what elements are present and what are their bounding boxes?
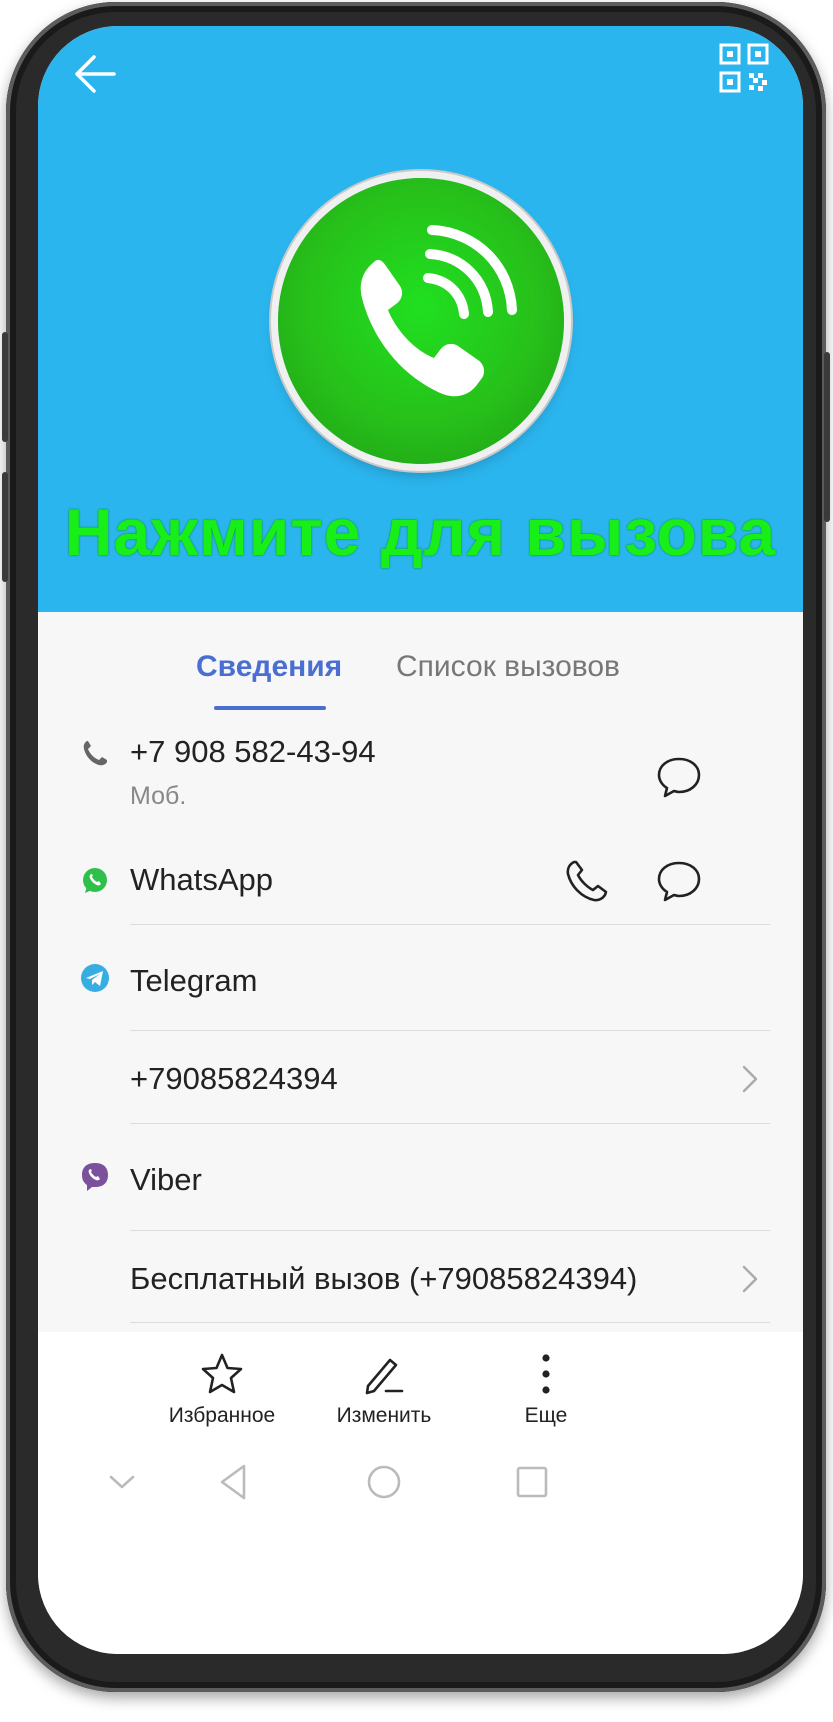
whatsapp-row[interactable]: WhatsApp [38, 852, 803, 924]
favorites-label: Избранное [168, 1404, 276, 1427]
back-nav-icon[interactable] [210, 1458, 258, 1506]
chevron-right-icon [742, 1065, 758, 1093]
viber-row: Viber [38, 1124, 803, 1230]
qr-code-button[interactable] [718, 42, 770, 94]
back-button[interactable] [66, 44, 126, 104]
phone-frame: Нажмите для вызова Сведения Список вызов… [2, 2, 830, 1692]
viber-label: Viber [130, 1162, 202, 1197]
more-button[interactable]: Еще [476, 1332, 616, 1442]
viber-icon [82, 1163, 108, 1191]
phone-type: Моб. [130, 782, 187, 810]
home-nav-icon[interactable] [360, 1458, 408, 1506]
volume-button [2, 332, 8, 442]
telegram-label: Telegram [130, 963, 258, 998]
whatsapp-call-button[interactable] [562, 856, 612, 906]
tab-bar: Сведения Список вызовов [38, 612, 803, 732]
divider [130, 1322, 770, 1323]
tab-indicator [214, 706, 326, 710]
contact-header: Нажмите для вызова [38, 26, 803, 612]
chevron-right-icon [742, 1265, 758, 1293]
message-icon [657, 861, 701, 902]
whatsapp-icon [83, 868, 107, 893]
phone-number: +7 908 582-43-94 [130, 734, 376, 769]
viber-entry-row[interactable]: Бесплатный вызов (+79085824394) [38, 1231, 803, 1323]
tab-details[interactable]: Сведения [196, 650, 342, 684]
chevron-down-icon[interactable] [98, 1458, 146, 1506]
more-vertical-icon [542, 1354, 550, 1394]
telegram-entry-row[interactable]: +79085824394 [38, 1031, 803, 1123]
call-button[interactable] [278, 178, 564, 464]
phone-row[interactable]: +7 908 582-43-94 Моб. [38, 732, 803, 852]
viber-free-call: Бесплатный вызов (+79085824394) [130, 1261, 638, 1296]
whatsapp-label: WhatsApp [130, 862, 274, 897]
recents-nav-icon[interactable] [508, 1458, 556, 1506]
phone-outline-icon [566, 860, 608, 902]
favorites-button[interactable]: Избранное [152, 1332, 292, 1442]
star-icon [201, 1353, 243, 1394]
message-button[interactable] [654, 752, 704, 802]
system-nav-bar [38, 1442, 803, 1654]
phone-call-icon [360, 225, 517, 397]
telegram-icon [81, 964, 109, 992]
telegram-row: Telegram [38, 925, 803, 1030]
call-prompt-text[interactable]: Нажмите для вызова [38, 494, 803, 570]
qr-code-icon [719, 43, 769, 93]
edit-button[interactable]: Изменить [314, 1332, 454, 1442]
arrow-left-icon [75, 55, 116, 93]
edit-label: Изменить [336, 1404, 432, 1427]
phone-icon [83, 741, 107, 766]
whatsapp-message-button[interactable] [654, 856, 704, 906]
telegram-number: +79085824394 [130, 1061, 338, 1096]
screen: Нажмите для вызова Сведения Список вызов… [38, 26, 803, 1654]
volume-button [2, 472, 8, 582]
more-label: Еще [524, 1404, 568, 1427]
power-button [824, 352, 830, 522]
bottom-toolbar: Избранное Изменить Еще [38, 1332, 803, 1442]
message-icon [657, 757, 701, 798]
pencil-icon [365, 1358, 404, 1395]
tab-call-log[interactable]: Список вызовов [396, 650, 620, 684]
